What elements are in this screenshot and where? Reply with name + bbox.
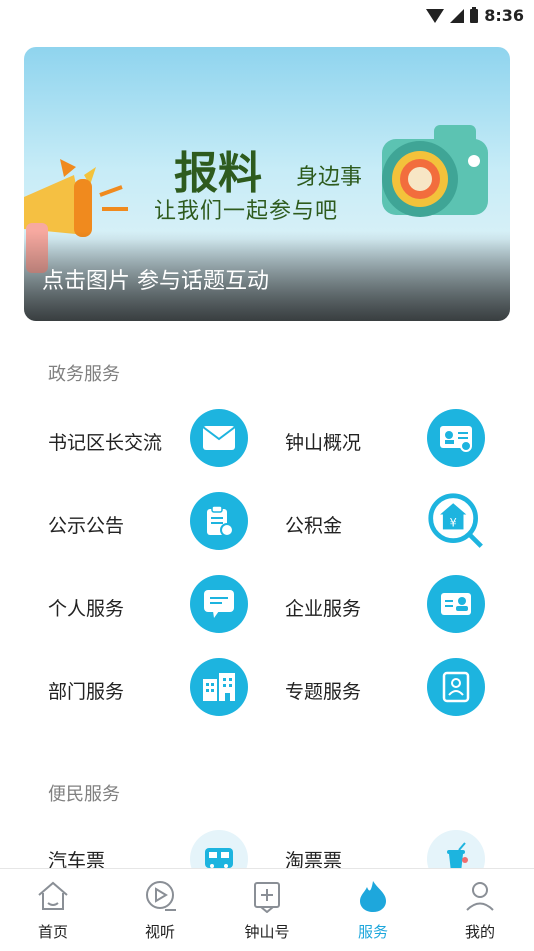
tab-label: 钟山号 — [244, 923, 290, 941]
chat-bubble-icon — [190, 575, 248, 633]
service-item-label: 书记区长交流 — [48, 432, 163, 454]
tab-label: 首页 — [37, 923, 68, 941]
building-icon — [190, 658, 248, 716]
service-item-label: 企业服务 — [285, 598, 362, 620]
camera-icon — [382, 125, 488, 217]
banner-caption: 点击图片 参与话题互动 — [42, 269, 269, 294]
home-icon — [38, 881, 68, 910]
service-item-label: 部门服务 — [48, 681, 125, 703]
signal-icon — [450, 8, 465, 23]
profile-frame-icon — [427, 658, 485, 716]
banner-subtitle: 身边事 — [296, 165, 363, 190]
wifi-icon — [426, 8, 445, 23]
service-item-label: 专题服务 — [285, 681, 362, 703]
id-card-icon — [427, 409, 485, 467]
user-icon — [466, 882, 494, 911]
tab-service[interactable]: 服务 — [320, 869, 426, 951]
banner-subtitle-2: 让我们一起参与吧 — [154, 199, 339, 224]
service-item-label: 钟山概况 — [285, 432, 362, 454]
plus-doc-icon — [254, 882, 280, 913]
service-item-label: 公积金 — [285, 515, 343, 537]
section-title-government: 政务服务 — [48, 364, 120, 385]
service-item-label: 个人服务 — [48, 598, 125, 620]
report-banner[interactable]: 报料 身边事 让我们一起参与吧 点击图片 参与话题互动 — [24, 47, 510, 321]
section-title-convenience: 便民服务 — [48, 784, 120, 805]
tab-zhongshan-account[interactable]: 钟山号 — [214, 869, 320, 951]
clipboard-icon — [190, 492, 248, 550]
tab-home[interactable]: 首页 — [0, 869, 106, 951]
tab-label: 视听 — [144, 923, 175, 941]
banner-title: 报料 — [174, 148, 262, 199]
battery-icon — [470, 6, 479, 23]
house-search-icon: ¥ — [427, 492, 485, 550]
business-card-icon — [427, 575, 485, 633]
service-item-label: 公示公告 — [48, 515, 125, 537]
status-bar: 8:36 — [0, 0, 534, 32]
flame-icon — [360, 881, 386, 912]
envelope-icon — [190, 409, 248, 467]
tab-label: 我的 — [464, 923, 495, 941]
tab-label: 服务 — [357, 923, 388, 941]
bottom-tab-bar: 首页 视听 钟山号 服务 我的 — [0, 868, 534, 951]
play-icon — [146, 881, 176, 911]
tab-mine[interactable]: 我的 — [427, 869, 533, 951]
status-time: 8:36 — [484, 6, 524, 25]
svg-text:¥: ¥ — [450, 517, 457, 530]
tab-video[interactable]: 视听 — [107, 869, 213, 951]
